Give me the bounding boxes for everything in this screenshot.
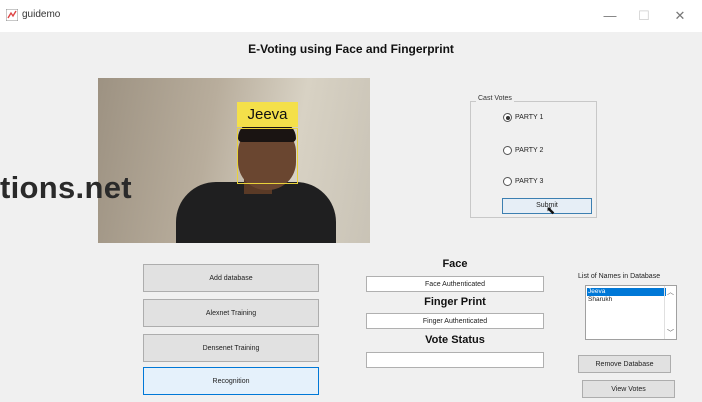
cast-votes-legend: Cast Votes: [476, 95, 514, 102]
pointer-cursor-icon: ⬉: [546, 205, 556, 217]
radio-party-1[interactable]: PARTY 1: [503, 113, 543, 122]
vote-status-heading: Vote Status: [425, 334, 485, 346]
list-item[interactable]: Jeeva: [587, 288, 666, 296]
add-database-button[interactable]: Add database: [143, 264, 319, 292]
recognition-button[interactable]: Recognition: [143, 367, 319, 395]
list-item[interactable]: Sharukh: [587, 296, 666, 304]
radio-unselected-icon: [503, 146, 512, 155]
view-votes-button[interactable]: View Votes: [582, 380, 675, 398]
remove-database-button[interactable]: Remove Database: [578, 355, 671, 373]
scroll-down-icon[interactable]: ﹀: [666, 328, 675, 338]
radio-label: PARTY 2: [515, 147, 544, 154]
names-listbox[interactable]: Jeeva Sharukh ︿ ﹀: [585, 285, 677, 340]
radio-label: PARTY 1: [515, 114, 544, 121]
close-button[interactable]: ✕: [666, 6, 694, 26]
window-title: guidemo: [22, 9, 61, 20]
matlab-app-icon: [6, 9, 18, 21]
page-title: E-Voting using Face and Fingerprint: [248, 42, 454, 56]
listbox-scrollbar[interactable]: ︿ ﹀: [664, 286, 676, 339]
face-status-field: Face Authenticated: [366, 276, 544, 292]
face-detection-label: Jeeva: [237, 102, 298, 127]
camera-preview: Jeeva: [98, 78, 370, 243]
names-list-caption: List of Names in Database: [578, 273, 661, 280]
densenet-training-button[interactable]: Densenet Training: [143, 334, 319, 362]
radio-unselected-icon: [503, 177, 512, 186]
finger-status-field: Finger Authenticated: [366, 313, 544, 329]
radio-label: PARTY 3: [515, 178, 544, 185]
finger-print-heading: Finger Print: [424, 296, 486, 308]
watermark-text: tions.net: [0, 170, 132, 205]
face-detection-box: [237, 128, 298, 184]
app-window: guidemo — ☐ ✕ E-Voting using Face and Fi…: [0, 0, 702, 402]
scroll-up-icon[interactable]: ︿: [666, 287, 675, 297]
radio-selected-icon: [503, 113, 512, 122]
radio-party-2[interactable]: PARTY 2: [503, 146, 543, 155]
radio-party-3[interactable]: PARTY 3: [503, 177, 543, 186]
alexnet-training-button[interactable]: Alexnet Training: [143, 299, 319, 327]
maximize-button[interactable]: ☐: [630, 6, 658, 26]
minimize-button[interactable]: —: [596, 6, 624, 26]
vote-status-field: [366, 352, 544, 368]
title-bar: guidemo — ☐ ✕: [0, 0, 702, 32]
face-heading: Face: [442, 258, 468, 270]
